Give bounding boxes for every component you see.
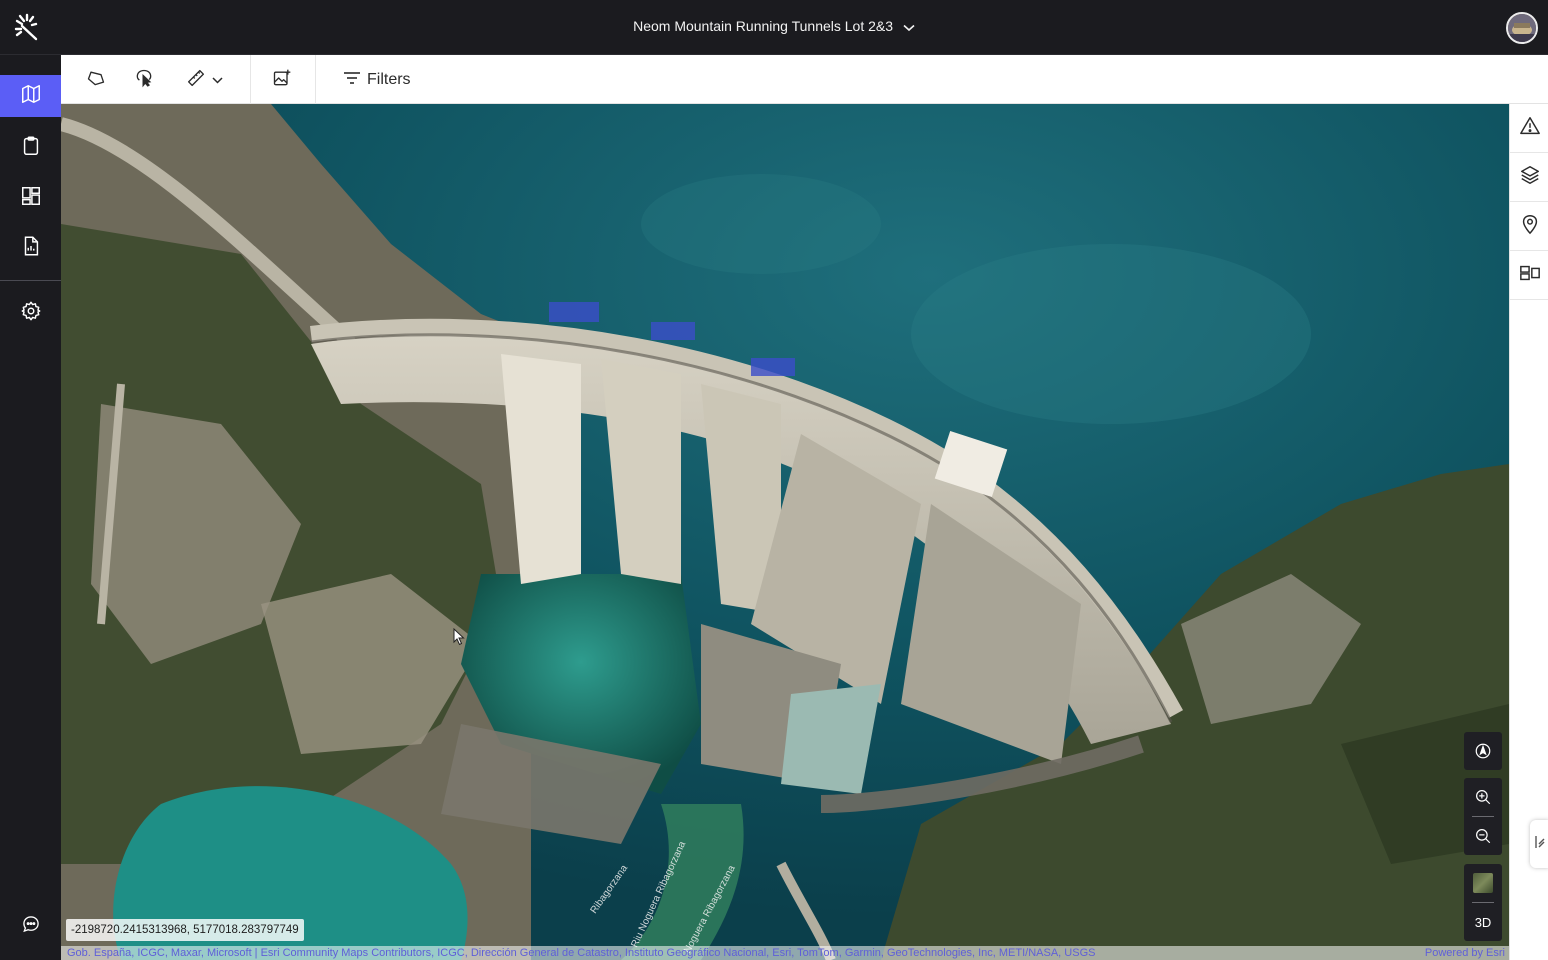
view-control: 3D: [1464, 864, 1502, 941]
compass-icon[interactable]: [1464, 732, 1502, 770]
nav-report[interactable]: [0, 227, 61, 269]
alerts-button[interactable]: [1510, 104, 1548, 153]
add-image-icon: [272, 68, 292, 93]
collapse-handle-icon: [1534, 834, 1546, 855]
layout-button[interactable]: [1510, 251, 1548, 300]
basemap-toggle-button[interactable]: [1464, 864, 1502, 902]
top-bar: Neom Mountain Running Tunnels Lot 2&3: [0, 0, 1548, 55]
left-sidebar: [0, 55, 61, 960]
toolbar-divider: [250, 55, 251, 104]
satellite-map[interactable]: Ribagorzana Riu Noguera Ribagorzana Nogu…: [61, 104, 1509, 960]
view-3d-button[interactable]: 3D: [1464, 903, 1502, 941]
cursor-coordinates: -2198720.2415313968, 5177018.283797749: [66, 919, 304, 941]
nav-dashboard[interactable]: [0, 177, 61, 219]
layers-button[interactable]: [1510, 153, 1548, 202]
warning-icon: [1519, 115, 1541, 142]
right-panel-rail: [1509, 104, 1548, 960]
zoom-control: [1464, 778, 1502, 855]
chevron-down-icon: [211, 71, 223, 89]
zoom-in-icon[interactable]: [1464, 778, 1502, 816]
locations-button[interactable]: [1510, 202, 1548, 251]
map-toolbar: Filters: [61, 55, 1548, 104]
nav-divider: [0, 280, 61, 281]
polygon-icon: [86, 68, 106, 93]
attribution-text: Gob. España, ICGC, Maxar, Microsoft | Es…: [67, 947, 1096, 959]
project-selector[interactable]: Neom Mountain Running Tunnels Lot 2&3: [0, 18, 1548, 35]
map-icon: [20, 83, 42, 110]
filter-icon: [343, 71, 361, 90]
satellite-imagery: [61, 104, 1509, 960]
nav-map[interactable]: [0, 75, 61, 117]
lasso-select-icon: [134, 68, 154, 93]
filters-button[interactable]: Filters: [343, 67, 433, 93]
map-attribution: Gob. España, ICGC, Maxar, Microsoft | Es…: [61, 946, 1509, 960]
filters-label: Filters: [367, 71, 411, 88]
basemap-thumbnail: [1473, 873, 1493, 893]
lasso-select-button[interactable]: [131, 67, 157, 93]
chat-icon: [21, 914, 41, 939]
nav-chat[interactable]: [0, 905, 61, 947]
measure-dropdown-button[interactable]: [181, 67, 227, 93]
nav-clipboard[interactable]: [0, 127, 61, 169]
report-icon: [20, 235, 42, 262]
dashboard-icon: [20, 185, 42, 212]
add-image-button[interactable]: [269, 67, 295, 93]
powered-by-esri-link[interactable]: Powered by Esri: [1425, 946, 1505, 960]
toolbar-divider: [315, 55, 316, 104]
mouse-cursor-icon: [453, 627, 465, 651]
project-title: Neom Mountain Running Tunnels Lot 2&3: [633, 18, 894, 34]
compass-control[interactable]: [1464, 732, 1502, 770]
layers-icon: [1519, 164, 1541, 191]
chevron-down-icon: [903, 19, 915, 35]
clipboard-icon: [20, 135, 42, 162]
layout-icon: [1519, 262, 1541, 289]
view-3d-label: 3D: [1474, 914, 1492, 930]
user-avatar[interactable]: [1506, 12, 1538, 44]
measure-ruler-icon: [186, 68, 206, 93]
location-pin-icon: [1519, 213, 1541, 240]
zoom-out-icon[interactable]: [1464, 817, 1502, 855]
settings-icon: [20, 300, 42, 327]
nav-settings[interactable]: [0, 292, 61, 334]
draw-polygon-button[interactable]: [83, 67, 109, 93]
expand-panel-tab[interactable]: [1530, 820, 1548, 868]
